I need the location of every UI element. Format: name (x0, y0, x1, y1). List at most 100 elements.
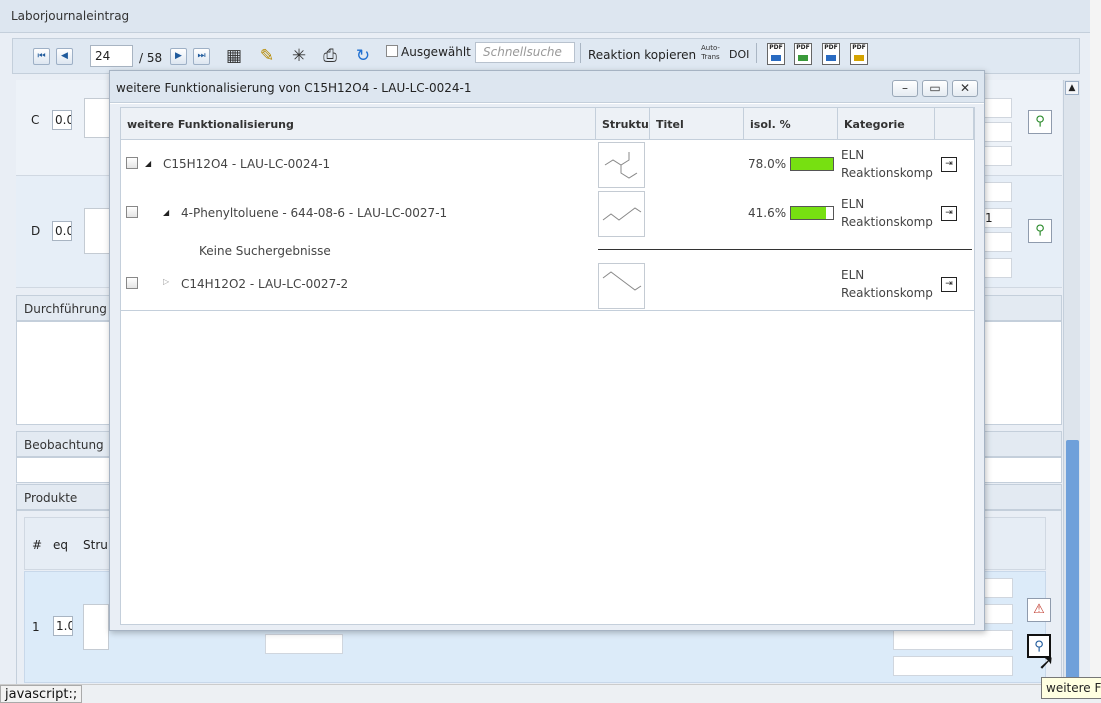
grid-header: weitere Funktionalisierung Struktur Tite… (121, 108, 974, 140)
reactant-eq-input[interactable]: 0.0 (52, 110, 72, 130)
category-line1: ELN (841, 268, 865, 282)
status-bar (0, 684, 1101, 703)
doi-button[interactable]: DOI (729, 48, 749, 61)
autotrans-line1: Auto- (701, 44, 720, 52)
reactant-eq-input[interactable]: 0.0 (52, 221, 72, 241)
reactant-letter: C (31, 113, 40, 127)
tree-expanded-icon[interactable]: ◢ (145, 159, 151, 168)
last-page-button[interactable]: ⏭ (193, 48, 210, 65)
product-number: 1 (32, 620, 40, 634)
produkte-title: Produkte (24, 491, 78, 505)
row-checkbox[interactable] (126, 277, 138, 289)
row-checkbox[interactable] (126, 206, 138, 218)
structure-thumbnail[interactable] (598, 142, 645, 188)
toolbar: ⏮ ◀ 24 / 58 ▶ ⏭ ▦ ✎ ✳ ⎙ ↻ Ausgewählt Sch… (12, 38, 1080, 74)
category-cell: ELN Reaktionskomp (841, 195, 933, 231)
open-entry-icon[interactable]: ⇥ (941, 206, 957, 221)
open-entry-icon[interactable]: ⇥ (941, 157, 957, 172)
window-edge (1090, 0, 1101, 703)
category-line2: Reaktionskomp (841, 215, 933, 229)
product-field[interactable] (893, 656, 1013, 676)
edit-pencil-icon[interactable]: ✎ (257, 46, 277, 66)
pdf-label: PDF (824, 44, 838, 51)
autotrans-line2: Trans (701, 53, 720, 61)
open-entry-icon[interactable]: ⇥ (941, 277, 957, 292)
yield-text: 78.0% (748, 157, 787, 171)
product-field[interactable] (265, 634, 343, 654)
tree-collapsed-icon[interactable]: ▷ (163, 277, 169, 286)
table-row[interactable]: ◢ 4-Phenyltoluene - 644-08-6 - LAU-LC-00… (121, 189, 974, 239)
pdf-label: PDF (769, 44, 783, 51)
refresh-icon[interactable]: ↻ (353, 46, 373, 66)
category-cell: ELN Reaktionskomp (841, 146, 933, 182)
first-page-button[interactable]: ⏮ (33, 48, 50, 65)
dialog-title-bar[interactable]: weitere Funktionalisierung von C15H12O4 … (110, 71, 984, 103)
col-actions (935, 108, 974, 140)
no-results-divider (598, 249, 972, 250)
window-title: Laborjournaleintrag (11, 9, 130, 23)
dialog-body: weitere Funktionalisierung Struktur Tite… (110, 104, 984, 630)
page-number-input[interactable]: 24 (90, 45, 133, 67)
product-field[interactable] (893, 630, 1013, 650)
pdf-export-green-icon[interactable]: PDF (794, 43, 812, 65)
table-view-icon[interactable]: ▦ (224, 46, 244, 66)
autotrans-button[interactable]: Auto- Trans (701, 44, 720, 62)
selected-checkbox[interactable] (386, 45, 398, 57)
col-functionalization[interactable]: weitere Funktionalisierung (121, 108, 596, 140)
next-page-button[interactable]: ▶ (170, 48, 187, 65)
col-category[interactable]: Kategorie (838, 108, 935, 140)
grid-bottom-border (121, 310, 974, 311)
window-title-bar: Laborjournaleintrag (0, 0, 1090, 33)
col-structure[interactable]: Struktur (596, 108, 650, 140)
row-label[interactable]: 4-Phenyltoluene - 644-08-6 - LAU-LC-0027… (181, 206, 447, 220)
product-structure[interactable] (83, 604, 109, 650)
dialog-title: weitere Funktionalisierung von C15H12O4 … (116, 81, 472, 95)
product-action-icon[interactable]: ⚠ (1027, 598, 1051, 622)
main-scrollbar[interactable]: ▲ (1063, 80, 1080, 685)
category-line2: Reaktionskomp (841, 286, 933, 300)
tree-expanded-icon[interactable]: ◢ (163, 208, 169, 217)
reactant-letter: D (31, 224, 41, 238)
toolbar-separator (756, 43, 757, 63)
pdf-export-list-icon[interactable]: PDF (822, 43, 840, 65)
category-cell: ELN Reaktionskomp (841, 266, 933, 302)
table-row[interactable]: ◢ C15H12O4 - LAU-LC-0024-1 78.0% ELN Rea… (121, 140, 974, 189)
print-icon[interactable]: ⎙ (320, 46, 340, 66)
reactant-structure[interactable] (84, 98, 110, 138)
selected-label: Ausgewählt (401, 45, 471, 59)
lab-journal-window: Laborjournaleintrag ⏮ ◀ 24 / 58 ▶ ⏭ ▦ ✎ … (0, 0, 1101, 703)
reactant-field-value: 1 (985, 211, 993, 225)
pdf-export-table-icon[interactable]: PDF (850, 43, 868, 65)
product-eq-input[interactable]: 1.0 (53, 616, 73, 636)
pdf-export-icon[interactable]: PDF (767, 43, 785, 65)
mouse-cursor-icon: ➚ (1038, 650, 1055, 674)
scroll-up-icon[interactable]: ▲ (1065, 81, 1079, 95)
minimize-button[interactable]: – (892, 80, 918, 97)
substance-search-icon[interactable]: ⚲ (1028, 110, 1052, 134)
col-title[interactable]: Titel (650, 108, 744, 140)
yield-bar-fill (791, 207, 826, 219)
structure-thumbnail[interactable] (598, 191, 645, 237)
copy-reaction-button[interactable]: Reaktion kopieren (588, 48, 696, 62)
row-checkbox[interactable] (126, 157, 138, 169)
quicksearch-input[interactable]: Schnellsuche (475, 42, 575, 63)
structure-thumbnail[interactable] (598, 263, 645, 309)
yield-text: 41.6% (748, 206, 787, 220)
row-label[interactable]: C15H12O4 - LAU-LC-0024-1 (163, 157, 330, 171)
tooltip: weitere F (1041, 677, 1101, 699)
close-button[interactable]: ✕ (952, 80, 978, 97)
yield-bar-fill (791, 158, 833, 170)
table-row[interactable]: ▷ C14H12O2 - LAU-LC-0027-2 ELN Reaktions… (121, 260, 974, 310)
no-results-text: Keine Suchergebnisse (199, 244, 331, 258)
sparkle-icon[interactable]: ✳ (289, 46, 309, 66)
prev-page-button[interactable]: ◀ (56, 48, 73, 65)
col-isolated-percent[interactable]: isol. % (744, 108, 838, 140)
substance-search-icon[interactable]: ⚲ (1028, 219, 1052, 243)
products-col-num: # (32, 538, 43, 552)
maximize-button[interactable]: ▭ (922, 80, 948, 97)
scroll-thumb[interactable] (1066, 440, 1079, 680)
category-line1: ELN (841, 148, 865, 162)
page-total: / 58 (139, 51, 163, 65)
reactant-structure[interactable] (84, 208, 110, 254)
row-label[interactable]: C14H12O2 - LAU-LC-0027-2 (181, 277, 348, 291)
